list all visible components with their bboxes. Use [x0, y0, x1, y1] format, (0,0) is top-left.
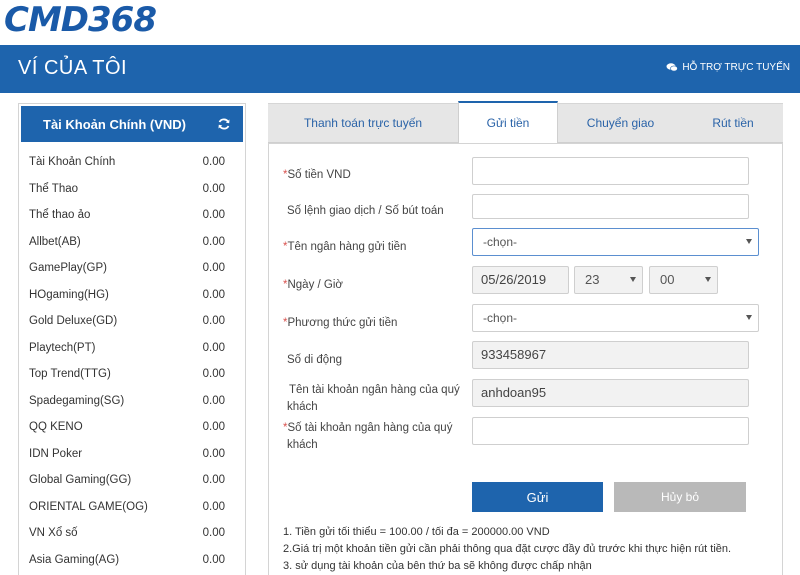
account-name: Global Gaming(GG): [29, 474, 132, 487]
account-number-label: *Số tài khoản ngân hàng của quý khách: [283, 422, 453, 451]
note-item: 2.Giá trị một khoản tiền gửi cần phải th…: [283, 543, 732, 555]
method-select-value: -chọn-: [483, 311, 518, 325]
account-name: QQ KENO: [29, 421, 83, 434]
mobile-label: Số di động: [287, 354, 342, 366]
account-list: Tài Khoản Chính 0.00 Thể Thao 0.00 Thể thao …: [19, 144, 245, 573]
account-balance: 0.00: [202, 368, 225, 381]
tab-transfer[interactable]: Chuyển giao: [558, 103, 683, 143]
account-balance: 0.00: [202, 315, 225, 328]
account-row: Spadegaming(SG) 0.00: [19, 388, 245, 415]
account-row: Playtech(PT) 0.00: [19, 335, 245, 362]
account-name: Tài Khoản Chính: [29, 156, 116, 169]
account-name: ORIENTAL GAME(OG): [29, 500, 148, 513]
account-balance: 0.00: [202, 235, 225, 248]
chat-icon: [666, 63, 679, 72]
account-row: Tài Khoản Chính 0.00: [19, 149, 245, 176]
tab-bar: Thanh toán trực tuyến Gửi tiền Chuyển gi…: [268, 101, 783, 143]
account-name: Thể thao ảo: [29, 209, 91, 222]
account-row: IDN Poker 0.00: [19, 441, 245, 468]
account-name-input[interactable]: anhdoan95: [472, 379, 749, 407]
reference-label: Số lệnh giao dịch / Số bút toán: [287, 205, 444, 217]
support-label: HỖ TRỢ TRỰC TUYẾN: [682, 62, 790, 73]
method-select[interactable]: -chọn-: [472, 304, 759, 332]
note-item: 1. Tiền gửi tối thiểu = 100.00 / tối đa …: [283, 526, 550, 538]
account-name: Asia Gaming(AG): [29, 553, 120, 566]
account-row: Global Gaming(GG) 0.00: [19, 467, 245, 494]
account-balance: 0.00: [202, 553, 225, 566]
account-balance: 0.00: [202, 447, 225, 460]
sidebar-header: Tài Khoản Chính (VND): [21, 106, 243, 142]
date-input[interactable]: 05/26/2019: [472, 266, 569, 294]
bank-select-value: -chọn-: [483, 235, 518, 249]
account-row: Asia Gaming(AG) 0.00: [19, 547, 245, 574]
account-row: Top Trend(TTG) 0.00: [19, 361, 245, 388]
deposit-notes: 1. Tiền gửi tối thiểu = 100.00 / tối đa …: [283, 524, 731, 575]
hour-select-value: 23: [585, 272, 600, 287]
bank-select[interactable]: -chọn-: [472, 228, 759, 256]
method-label: *Phương thức gửi tiền: [283, 317, 398, 329]
sidebar-title: Tài Khoản Chính (VND): [43, 116, 186, 132]
live-support-link[interactable]: HỖ TRỢ TRỰC TUYẾN: [666, 62, 790, 73]
account-balance: 0.00: [202, 288, 225, 301]
account-number-input[interactable]: [472, 417, 749, 445]
amount-label: *Số tiền VND: [283, 169, 351, 181]
account-name: Gold Deluxe(GD): [29, 315, 118, 328]
refresh-icon[interactable]: [217, 117, 231, 131]
account-balance: 0.00: [202, 474, 225, 487]
account-row: Gold Deluxe(GD) 0.00: [19, 308, 245, 335]
minute-select-value: 00: [660, 272, 675, 287]
account-row: HOgaming(HG) 0.00: [19, 282, 245, 309]
chevron-down-icon: [746, 239, 752, 244]
account-name: HOgaming(HG): [29, 288, 109, 301]
submit-button[interactable]: Gửi: [472, 482, 603, 512]
account-balance: 0.00: [202, 209, 225, 222]
tab-withdraw[interactable]: Rút tiền: [683, 103, 783, 143]
account-balance: 0.00: [202, 500, 225, 513]
account-name: Thể Thao: [29, 182, 79, 195]
account-row: Thể thao ảo 0.00: [19, 202, 245, 229]
amount-input[interactable]: [472, 157, 749, 185]
tab-deposit[interactable]: Gửi tiền: [458, 101, 558, 143]
account-name: VN Xổ số: [29, 527, 78, 540]
account-name: GamePlay(GP): [29, 262, 107, 275]
mobile-input[interactable]: 933458967: [472, 341, 749, 369]
account-balance: 0.00: [202, 156, 225, 169]
account-row: QQ KENO 0.00: [19, 414, 245, 441]
deposit-form-panel: *Số tiền VND Số lệnh giao dịch / Số bút …: [268, 143, 783, 575]
chevron-down-icon: [630, 277, 636, 282]
account-sidebar: Tài Khoản Chính (VND) Tài Khoản Chính 0.0…: [18, 103, 246, 575]
note-item: 3. sử dụng tài khoản của bên thứ ba sẽ k…: [283, 560, 592, 572]
minute-select[interactable]: 00: [649, 266, 718, 294]
datetime-label: *Ngày / Giờ: [283, 279, 343, 291]
page-title: VÍ CỦA TÔI: [18, 57, 128, 79]
tab-online-payment[interactable]: Thanh toán trực tuyến: [268, 103, 458, 143]
hour-select[interactable]: 23: [574, 266, 643, 294]
logo-area: CMD368: [0, 0, 800, 44]
account-balance: 0.00: [202, 421, 225, 434]
account-row: Allbet(AB) 0.00: [19, 229, 245, 256]
account-balance: 0.00: [202, 262, 225, 275]
account-balance: 0.00: [202, 341, 225, 354]
account-row: VN Xổ số 0.00: [19, 520, 245, 547]
chevron-down-icon: [746, 315, 752, 320]
account-name: Spadegaming(SG): [29, 394, 125, 407]
account-name: Playtech(PT): [29, 341, 96, 354]
account-balance: 0.00: [202, 394, 225, 407]
brand-logo[interactable]: CMD368: [4, 2, 157, 38]
account-name: Top Trend(TTG): [29, 368, 111, 381]
cancel-button[interactable]: Hủy bỏ: [614, 482, 746, 512]
account-row: ORIENTAL GAME(OG) 0.00: [19, 494, 245, 521]
chevron-down-icon: [705, 277, 711, 282]
reference-input[interactable]: [472, 194, 749, 219]
bank-label: *Tên ngân hàng gửi tiền: [283, 241, 407, 253]
account-name: Allbet(AB): [29, 235, 81, 248]
account-balance: 0.00: [202, 182, 225, 195]
account-balance: 0.00: [202, 527, 225, 540]
account-row: Thể Thao 0.00: [19, 176, 245, 203]
account-name-label: Tên tài khoản ngân hàng của quý khách: [287, 384, 460, 413]
page-header: VÍ CỦA TÔI HỖ TRỢ TRỰC TUYẾN: [0, 45, 800, 93]
account-row: GamePlay(GP) 0.00: [19, 255, 245, 282]
account-name: IDN Poker: [29, 447, 83, 460]
